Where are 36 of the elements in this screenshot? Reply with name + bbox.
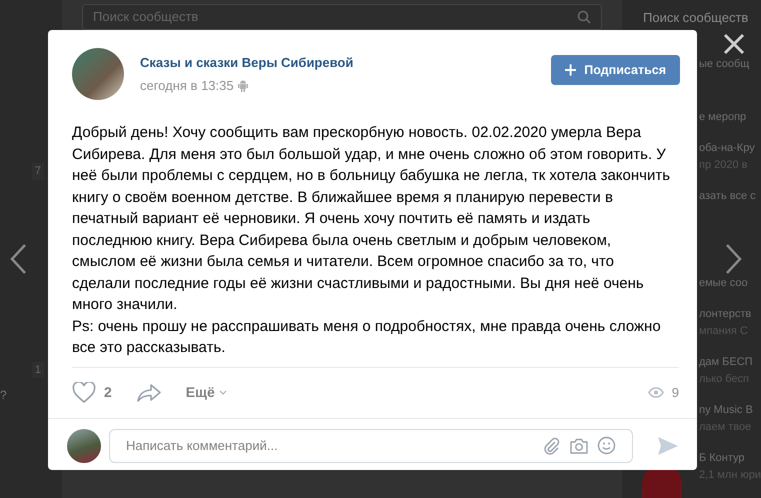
text-fragment: ? bbox=[0, 387, 7, 404]
like-button[interactable]: 2 bbox=[72, 382, 112, 404]
paperclip-icon[interactable] bbox=[543, 436, 561, 454]
avatar-photo bbox=[72, 48, 124, 100]
text-fragment: ые сообщ bbox=[699, 56, 750, 72]
author-name[interactable]: Сказы и сказки Веры Сибиревой bbox=[140, 52, 551, 72]
search-field[interactable]: Поиск сообществ bbox=[82, 4, 602, 30]
post-text: Ps: очень прошу не расспрашивать меня о подробностях, мне правда очень сложно все это рассказывать. bbox=[72, 316, 662, 358]
text-fragment: азать все с bbox=[699, 188, 756, 204]
close-button[interactable] bbox=[723, 33, 745, 55]
avatar-photo bbox=[67, 428, 101, 462]
eye-icon bbox=[648, 387, 664, 398]
comment-field[interactable]: Написать комментарий... bbox=[109, 428, 633, 462]
share-icon[interactable] bbox=[136, 382, 162, 402]
search-label: Поиск сообществ bbox=[642, 9, 750, 27]
chevron-right-icon[interactable] bbox=[724, 243, 744, 275]
view-count: 9 bbox=[672, 384, 679, 402]
android-icon bbox=[238, 80, 248, 92]
text-fragment: оба-на-Кру bbox=[699, 140, 755, 156]
chevron-left-icon[interactable] bbox=[8, 243, 28, 275]
plus-icon bbox=[565, 64, 576, 76]
text-fragment: дам БЕСП bbox=[699, 354, 753, 370]
subscribe-button[interactable]: Подписаться bbox=[551, 55, 680, 85]
camera-icon[interactable] bbox=[569, 436, 589, 454]
more-button[interactable]: Ещё bbox=[186, 382, 227, 403]
post-time: сегодня в 13:35 bbox=[140, 77, 234, 95]
post-text: Добрый день! Хочу сообщить вам прескорбную новость. 02.02.2020 умерла Вера Сибирева. Для меня это был большой удар, и мне очень сложно об этом говорить. У неё были проблемы с сердцем, но в больницу бабушка не легла, тк хотела закончить книгу о своём военном детстве. В ближайшее время я планирую перевести в печатный вариант её черновики. Я очень хочу почтить её память и издать последнюю книгу. Вера Сибирева была очень светлым и добрым человеком, смыслом её жизни была семья и читатели. Всем огромное спасибо за то, что сделали последние годы её жизни счастливыми и радостными. Вы дня неё очень много значили. bbox=[72, 123, 672, 315]
text-fragment: ny Music B bbox=[699, 402, 753, 418]
text-fragment: емые соо bbox=[699, 276, 748, 290]
text-fragment: лонтерств bbox=[699, 306, 752, 322]
text-fragment: е меропр bbox=[699, 110, 746, 124]
text-fragment: Б Контур bbox=[699, 450, 745, 466]
caret-icon bbox=[218, 390, 227, 395]
search-icon bbox=[577, 10, 591, 24]
send-icon[interactable] bbox=[657, 436, 679, 456]
smiley-icon[interactable] bbox=[597, 436, 616, 455]
